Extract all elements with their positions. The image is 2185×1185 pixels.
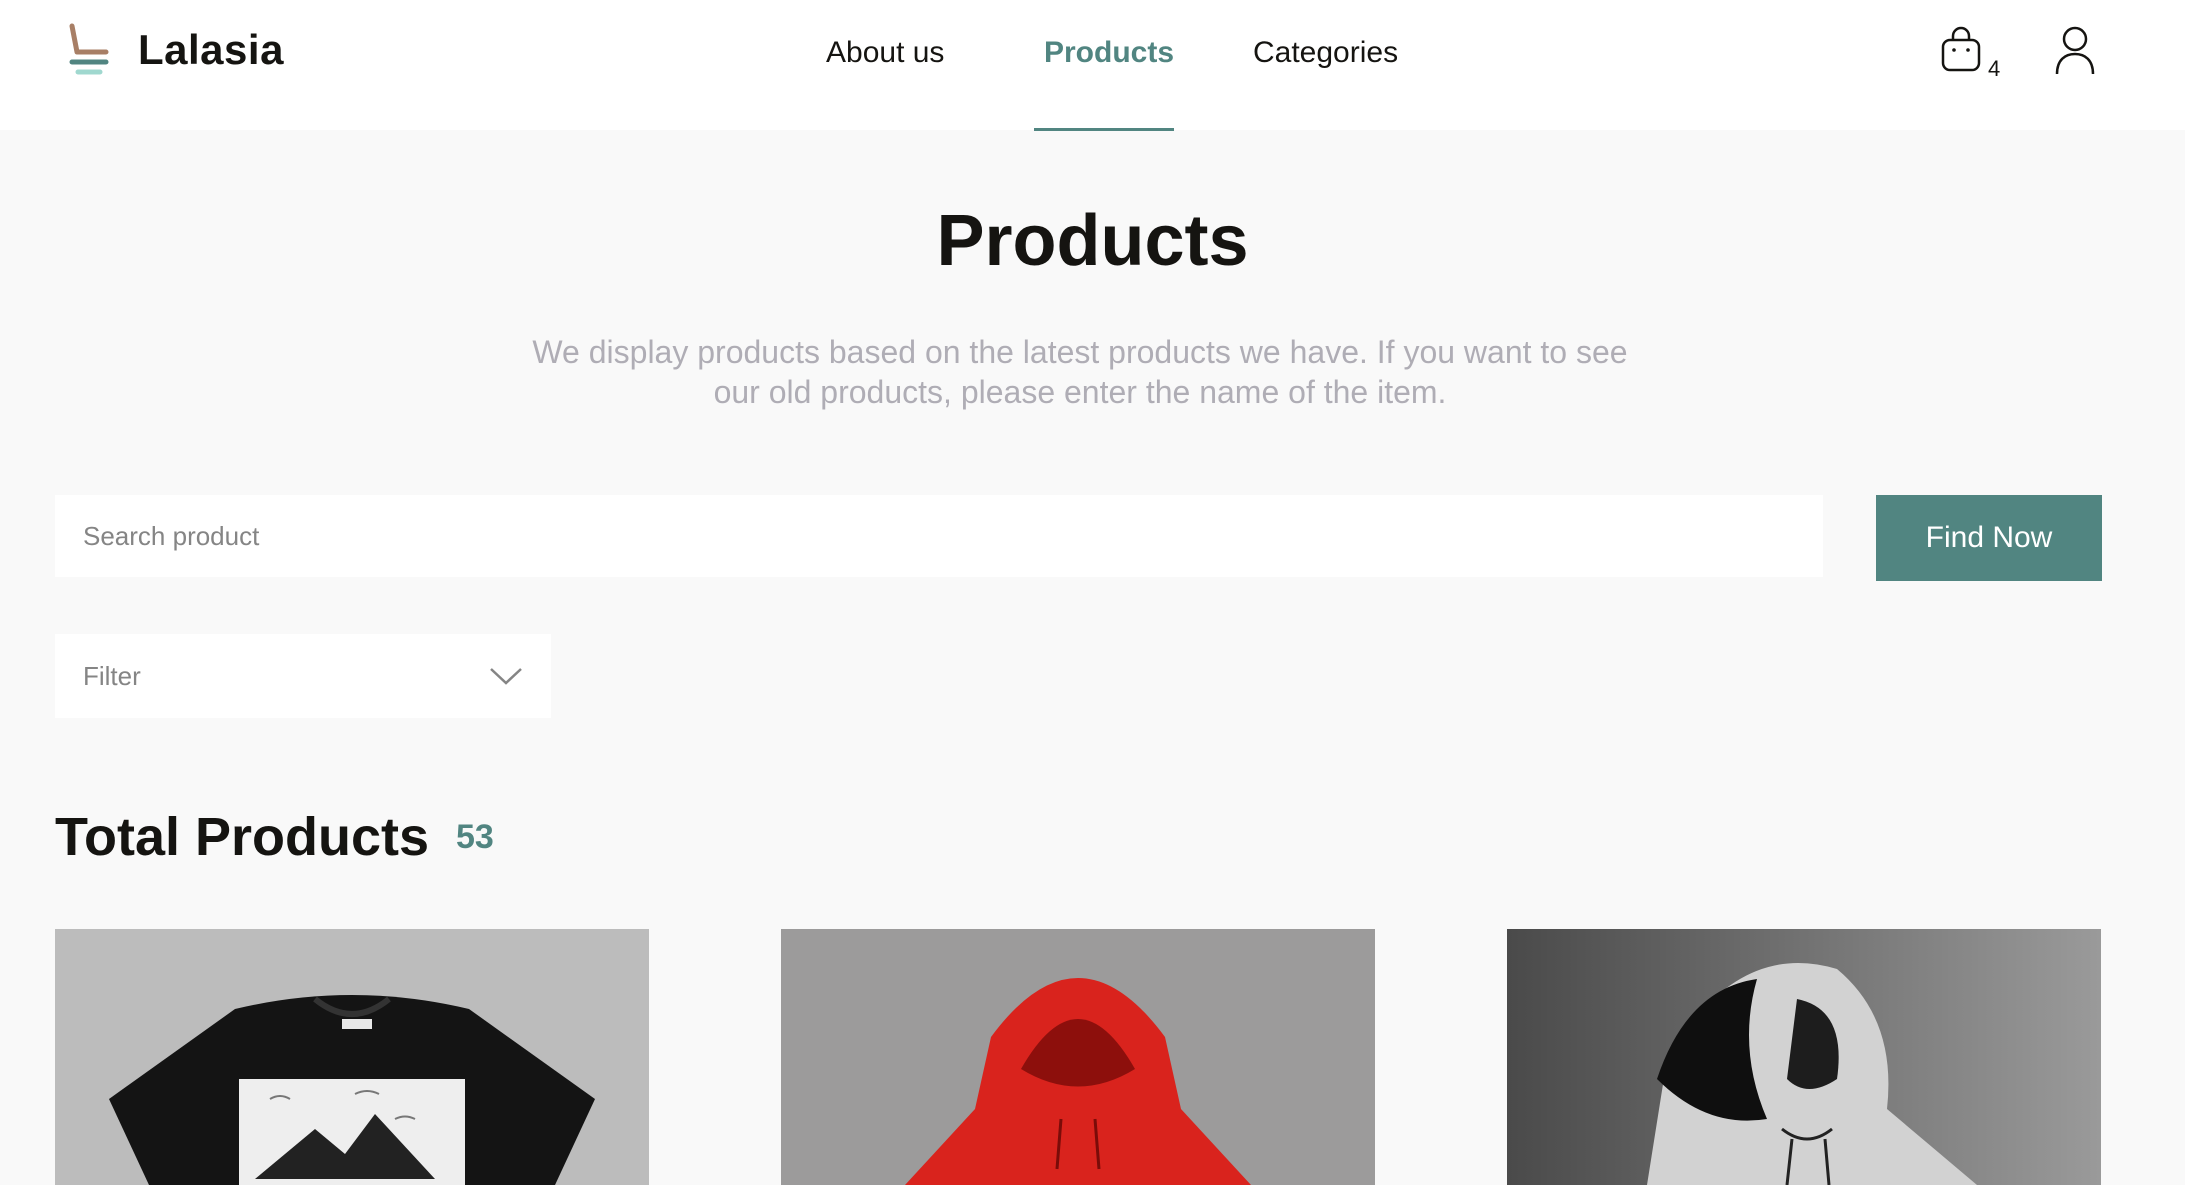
nav-products[interactable]: Products: [1044, 36, 1174, 70]
filter-label: Filter: [83, 660, 141, 691]
chevron-down-icon: [490, 668, 522, 685]
product-card[interactable]: [1507, 929, 2101, 1185]
user-button[interactable]: [2054, 26, 2096, 81]
active-nav-indicator: [1034, 128, 1174, 131]
find-now-button[interactable]: Find Now: [1876, 495, 2102, 581]
hoodie-image: [1507, 929, 2101, 1185]
page-title: Products: [936, 201, 1249, 281]
search-input[interactable]: [55, 495, 1823, 577]
product-card[interactable]: [781, 929, 1375, 1185]
total-products-count: 53: [456, 818, 494, 856]
user-icon: [2055, 26, 2095, 75]
nav-about-us[interactable]: About us: [826, 36, 944, 70]
page-description: We display products based on the latest …: [532, 334, 1628, 410]
cart-button[interactable]: [1940, 26, 1982, 79]
product-card[interactable]: [55, 929, 649, 1185]
nav-categories[interactable]: Categories: [1253, 36, 1398, 70]
filter-dropdown[interactable]: Filter: [55, 634, 551, 718]
main-nav: About us Products Categories: [0, 36, 2185, 76]
hoodie-image: [781, 929, 1375, 1185]
site-header: Lalasia About us Products Categories 4: [0, 0, 2185, 131]
tshirt-image: [55, 929, 649, 1185]
total-products-heading: Total Products: [55, 807, 430, 867]
cart-count-badge: 4: [1988, 56, 2001, 81]
shopping-bag-icon: [1941, 26, 1981, 72]
